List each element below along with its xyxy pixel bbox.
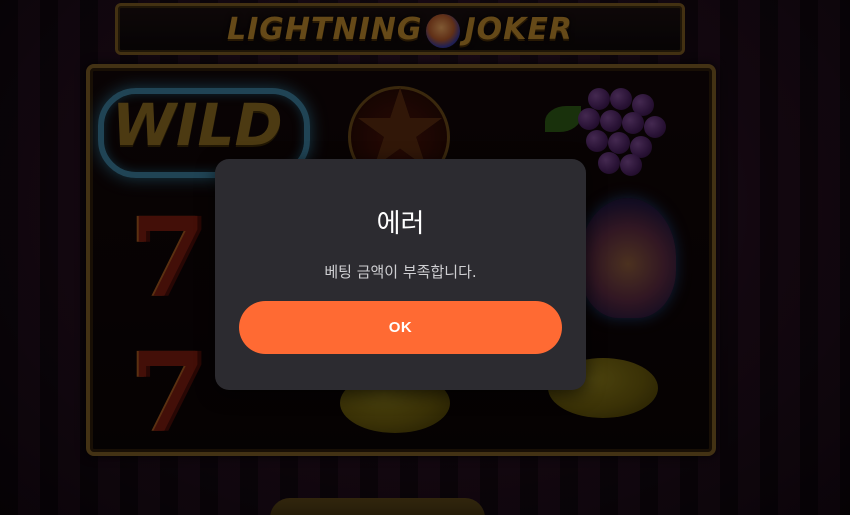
error-dialog: 에러 베팅 금액이 부족합니다. OK	[215, 159, 586, 390]
slot-game-screen: LIGHTNING JOKER WILD ★ 7 7 에러 베팅 금액이 부족합…	[0, 0, 850, 515]
ok-button[interactable]: OK	[239, 301, 562, 354]
dialog-message: 베팅 금액이 부족합니다.	[324, 263, 477, 281]
dialog-title: 에러	[376, 209, 425, 239]
